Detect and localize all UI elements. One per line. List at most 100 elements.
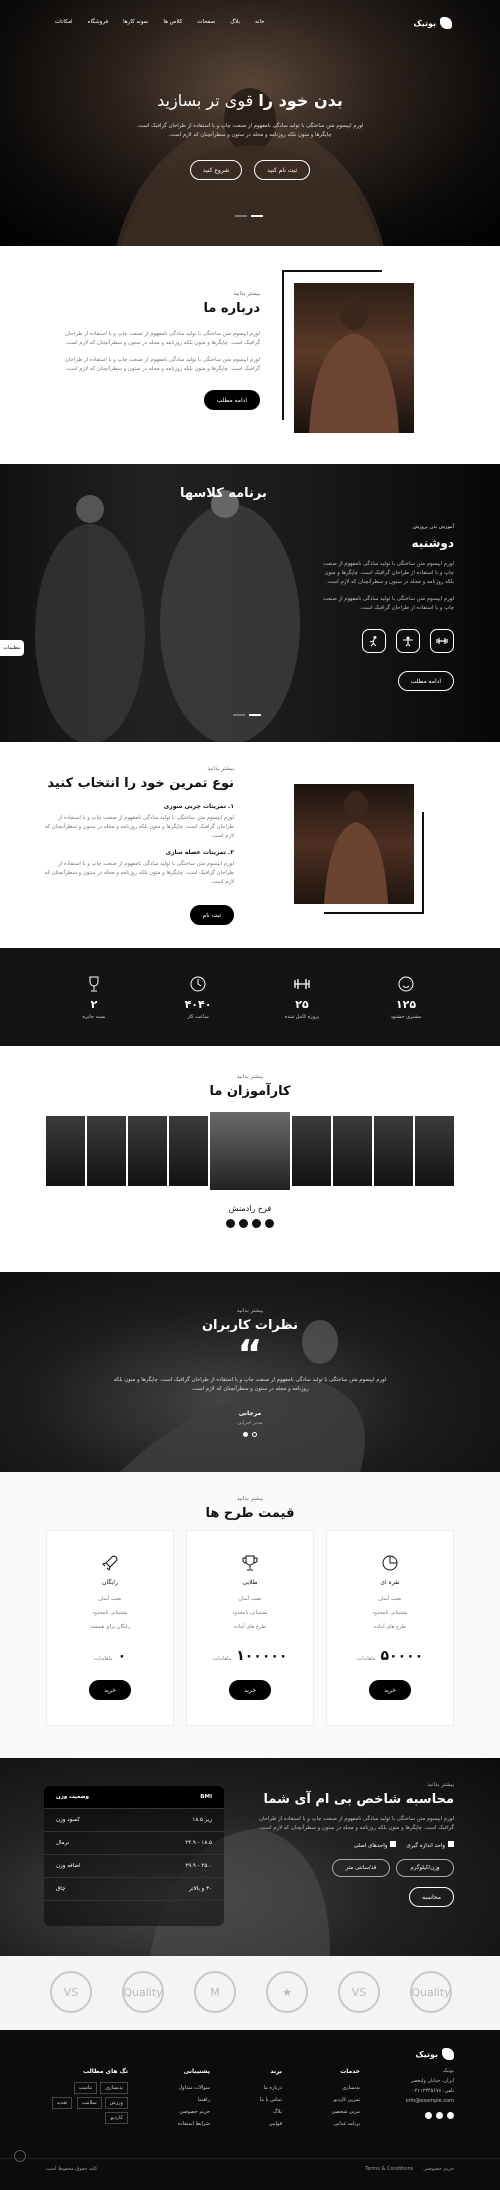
weightlifter-icon[interactable] — [396, 629, 420, 653]
tag-link[interactable]: ورزش — [104, 2097, 128, 2109]
trainer-photo[interactable] — [128, 1116, 167, 1186]
nav-item-shop[interactable]: فروشگاه — [88, 19, 109, 25]
footer-col-support: پشتیبانی سوالات متداول راهنما حریم خصوصی… — [178, 2066, 210, 2130]
buy-button[interactable]: خرید — [229, 1680, 271, 1700]
smile-icon — [366, 974, 446, 994]
footer-link[interactable]: قوانین — [260, 2118, 282, 2130]
footer-link[interactable]: تماس با ما — [260, 2094, 282, 2106]
nav-item-pages[interactable]: صفحات — [197, 19, 215, 25]
instagram-icon[interactable] — [425, 2112, 432, 2119]
weight-field[interactable]: وزن/کیلوگرم — [396, 1859, 454, 1877]
trainer-photo[interactable] — [415, 1116, 454, 1186]
linkedin-icon[interactable] — [226, 1219, 235, 1228]
top-navigation: بوتیک خانه بلاگ صفحات کلاس ها نمونه کاره… — [0, 17, 500, 31]
site-footer: بوتیک بوتیک ایران، خیابان ولیعصر تلفن: ۰۲۱… — [0, 2030, 500, 2190]
footer-link[interactable]: بلاگ — [260, 2106, 282, 2118]
counters-section: ۱۲۵ مشتری خشنود ۲۵ پروژه کامل شده ۴۰۴۰ س… — [0, 948, 500, 1046]
slider-dot[interactable] — [251, 215, 263, 217]
partner-logo[interactable]: Quality — [410, 1971, 452, 2013]
nav-item-features[interactable]: امکانات — [55, 19, 73, 25]
checkbox-icon[interactable] — [448, 1841, 454, 1847]
tag-link[interactable]: سلامت — [76, 2097, 102, 2109]
partners-section: Quality VS ★ M Quality VS — [0, 1956, 500, 2030]
hero-text: لورم ایپسوم متن ساختگی با تولید سادگی نا… — [136, 123, 364, 138]
unit-option[interactable]: واحد اندازه گیری — [406, 1841, 454, 1849]
privacy-link[interactable]: حریم خصوصی — [423, 2166, 454, 2172]
program-paragraph: لورم ایپسوم متن ساختگی با تولید سادگی نا… — [323, 561, 454, 585]
slider-dot[interactable] — [233, 714, 245, 716]
hero-section: بوتیک خانه بلاگ صفحات کلاس ها نمونه کاره… — [0, 0, 500, 246]
slider-dot[interactable] — [235, 215, 247, 217]
footer-link[interactable]: درباره ما — [260, 2082, 282, 2094]
nav-item-classes[interactable]: کلاس ها — [163, 19, 182, 25]
clock-icon — [158, 974, 238, 994]
trainers-section: بیشتر بدانید کارآموزان ما فرخ رادمنش — [0, 1046, 500, 1272]
twitter-icon[interactable] — [436, 2112, 443, 2119]
tag-link[interactable]: بدنسازی — [100, 2082, 128, 2094]
partner-logo[interactable]: VS — [50, 1971, 92, 2013]
trainer-photo[interactable] — [374, 1116, 413, 1186]
facebook-icon[interactable] — [447, 2112, 454, 2119]
runner-icon[interactable] — [362, 629, 386, 653]
partner-logo[interactable]: Quality — [122, 1971, 164, 2013]
nav-item-home[interactable]: خانه — [255, 19, 265, 25]
trainer-photo[interactable] — [169, 1116, 208, 1186]
trainers-carousel[interactable] — [46, 1112, 454, 1190]
start-button[interactable]: شروع کنید — [189, 160, 243, 180]
footer-link[interactable]: راهنما — [178, 2094, 210, 2106]
bmi-text: لورم ایپسوم متن ساختگی با تولید سادگی نا… — [258, 1816, 454, 1831]
counter-projects: ۲۵ پروژه کامل شده — [262, 974, 342, 1020]
plan-features: نصب آسان پشتیبانی نامحدود طرح های آماده — [232, 1596, 268, 1630]
footer-link[interactable]: شرایط استفاده — [178, 2118, 210, 2130]
scroll-top-icon[interactable] — [14, 2150, 26, 2162]
slider-dot[interactable] — [249, 714, 261, 716]
checkbox-icon[interactable] — [390, 1841, 397, 1847]
instagram-icon[interactable] — [239, 1219, 248, 1228]
choose-title: نوع تمرین خود را انتخاب کنید — [47, 776, 234, 791]
trainer-photo[interactable] — [87, 1116, 126, 1186]
settings-side-tab[interactable]: تنظیمات — [0, 640, 24, 656]
trainer-photo[interactable] — [292, 1116, 331, 1186]
choose-signup-button[interactable]: ثبت نام — [189, 905, 234, 925]
slider-dot[interactable] — [243, 1432, 248, 1437]
pricing-card-free: رایگان نصب آسان پشتیبانی نامحدود رایگان بر… — [46, 1530, 174, 1726]
footer-link[interactable]: برنامه غذایی — [331, 2118, 360, 2130]
height-field[interactable]: قد/سانتی متر — [332, 1859, 390, 1877]
trainer-photo[interactable] — [46, 1116, 85, 1186]
partner-logo[interactable]: VS — [338, 1971, 380, 2013]
buy-button[interactable]: خرید — [369, 1680, 411, 1700]
facebook-icon[interactable] — [265, 1219, 274, 1228]
terms-link[interactable]: Terms & Conditions — [365, 2166, 413, 2172]
program-title: برنامه کلاسها — [180, 486, 267, 501]
buy-button[interactable]: خرید — [89, 1680, 131, 1700]
trophy-icon — [54, 974, 134, 994]
partner-logo[interactable]: M — [194, 1971, 236, 2013]
tag-link[interactable]: کاردیو — [105, 2112, 128, 2124]
pricing-title: قیمت طرح ها — [205, 1506, 295, 1521]
twitter-icon[interactable] — [252, 1219, 261, 1228]
table-row: ۳۰ و بالاتر چاق — [44, 1878, 224, 1901]
about-athlete-image — [294, 283, 414, 433]
nav-item-portfolio[interactable]: نمونه کارها — [123, 19, 148, 25]
footer-link[interactable]: سوالات متداول — [178, 2082, 210, 2094]
about-read-more-button[interactable]: ادامه مطلب — [203, 390, 260, 410]
footer-link[interactable]: حریم خصوصی — [178, 2106, 210, 2118]
calculate-bmi-button[interactable]: محاسبه — [409, 1887, 454, 1907]
program-read-more-button[interactable]: ادامه مطلب — [397, 671, 454, 691]
unit-option[interactable]: واحدهای اصلی — [354, 1841, 397, 1849]
quote-icon: “ — [237, 1332, 263, 1376]
dumbbell-icon[interactable] — [430, 629, 454, 653]
footer-link[interactable]: تمرین کاردیو — [331, 2094, 360, 2106]
slider-dot[interactable] — [252, 1432, 257, 1437]
trainer-photo-active[interactable] — [210, 1112, 290, 1190]
tag-link[interactable]: تغذیه — [51, 2097, 73, 2109]
footer-link[interactable]: مربی شخصی — [331, 2106, 360, 2118]
footer-link[interactable]: بدنسازی — [331, 2082, 360, 2094]
trainer-photo[interactable] — [333, 1116, 372, 1186]
signup-button[interactable]: ثبت نام کنید — [254, 160, 311, 180]
tag-link[interactable]: تناسب — [73, 2082, 98, 2094]
partner-logo[interactable]: ★ — [266, 1971, 308, 2013]
footer-logo[interactable]: بوتیک — [374, 2048, 454, 2060]
nav-item-blog[interactable]: بلاگ — [230, 19, 240, 25]
site-logo[interactable]: بوتیک — [414, 17, 452, 29]
